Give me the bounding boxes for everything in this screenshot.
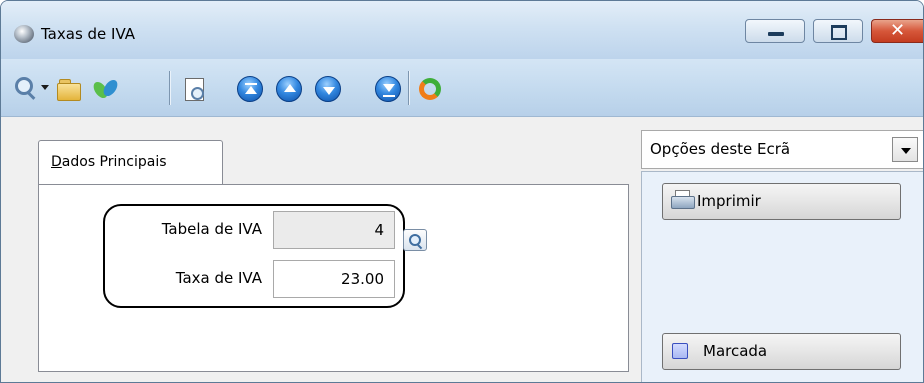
last-record-button[interactable] (375, 76, 401, 102)
main-window: Taxas de IVA ✕ Dados Principais Tabela d… (0, 0, 924, 383)
next-record-button[interactable] (315, 76, 341, 102)
refresh-button[interactable] (417, 76, 443, 102)
tabela-iva-field[interactable]: 4 (273, 211, 395, 249)
first-record-icon-arrow (245, 86, 257, 94)
maximize-button[interactable] (813, 19, 863, 43)
chevron-down-icon (901, 148, 911, 154)
last-record-icon (375, 76, 401, 102)
taxa-iva-field[interactable]: 23.00 (273, 260, 395, 298)
toolbar-separator (408, 71, 409, 105)
open-folder-icon (57, 83, 81, 101)
options-dropdown-value: Opções deste Ecrã (650, 140, 791, 158)
marcada-button-label: Marcada (703, 342, 768, 360)
tab-dados-principais[interactable]: Dados Principais (38, 140, 223, 185)
open-button[interactable] (55, 76, 81, 102)
search-icon-handle (26, 91, 36, 100)
search-dropdown-arrow-icon[interactable] (41, 85, 49, 90)
print-button-label: Imprimir (697, 192, 761, 210)
toolbar (1, 59, 923, 117)
lookup-icon-handle (417, 244, 423, 250)
first-record-button[interactable] (237, 76, 263, 102)
taxa-iva-label: Taxa de IVA (175, 269, 262, 287)
window-title: Taxas de IVA (41, 25, 136, 43)
tabela-iva-label: Tabela de IVA (161, 220, 262, 238)
previous-record-button[interactable] (276, 76, 302, 102)
previous-record-icon-arrow (284, 84, 296, 92)
marcada-button[interactable]: Marcada (662, 333, 901, 370)
checkbox-icon (672, 343, 688, 359)
next-record-icon-arrow (323, 87, 335, 95)
options-panel: Imprimir Marcada (641, 171, 923, 382)
options-dropdown[interactable]: Opções deste Ecrã (641, 130, 923, 169)
first-record-icon-bar (245, 83, 257, 85)
title-bar[interactable]: Taxas de IVA ✕ (1, 1, 923, 59)
first-record-icon (237, 76, 263, 102)
last-record-icon-arrow (383, 84, 395, 92)
recycle-button[interactable] (90, 76, 121, 102)
close-icon: ✕ (890, 20, 906, 41)
minimize-button[interactable] (745, 19, 805, 43)
previous-record-icon (276, 76, 302, 102)
next-record-icon (315, 76, 341, 102)
search-button[interactable] (13, 76, 39, 102)
print-icon-body (671, 196, 695, 209)
tab-label-accelerator: D (51, 154, 62, 170)
close-button[interactable]: ✕ (871, 19, 923, 43)
app-icon (14, 25, 34, 43)
options-dropdown-button[interactable] (892, 137, 918, 162)
last-record-icon-bar (383, 95, 395, 97)
print-button[interactable]: Imprimir (662, 183, 901, 220)
tab-label-text: ados Principais (61, 154, 167, 170)
minimize-icon (768, 32, 784, 36)
print-preview-icon-lens (191, 87, 204, 100)
maximize-icon (831, 25, 847, 40)
toolbar-separator (169, 71, 170, 105)
refresh-icon (419, 78, 441, 100)
print-preview-button[interactable] (181, 76, 207, 102)
tabela-lookup-button[interactable] (403, 229, 427, 251)
tab-label: Dados Principais (51, 154, 167, 170)
print-icon (671, 190, 695, 210)
